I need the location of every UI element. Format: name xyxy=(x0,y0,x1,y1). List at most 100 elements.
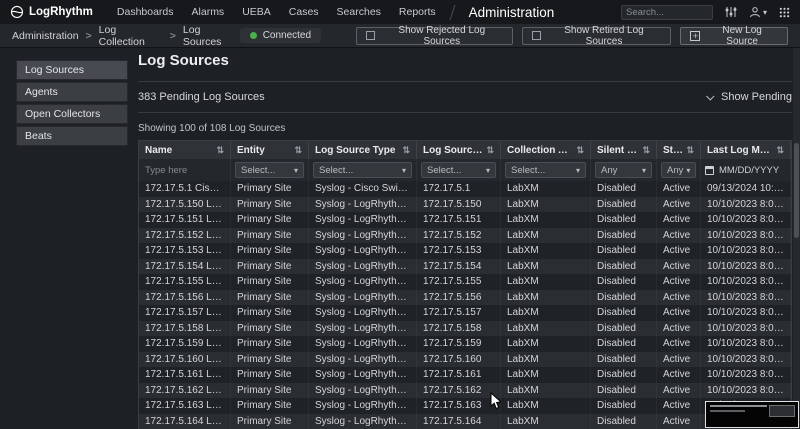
nav-item[interactable]: Cases xyxy=(289,6,319,18)
table-row[interactable]: 172.17.5.156 LR Sysl... Primary Site Sys… xyxy=(139,290,791,306)
search-box[interactable] xyxy=(621,5,713,20)
table-row[interactable]: 172.17.5.161 LR Sysl... Primary Site Sys… xyxy=(139,367,791,383)
sidebar-item[interactable]: Beats xyxy=(16,126,128,146)
sort-icon[interactable]: ⇅ xyxy=(776,145,784,156)
table-row[interactable]: 172.17.5.1 Cisco Swit... Primary Site Sy… xyxy=(139,181,791,197)
user-menu[interactable]: ▾ xyxy=(749,6,767,18)
sort-icon[interactable]: ⇅ xyxy=(642,145,650,156)
settings-sliders-icon[interactable] xyxy=(725,6,737,18)
column-header[interactable]: Silent Log S... ⇅ xyxy=(591,141,657,159)
cell-silent-log: Disabled xyxy=(591,367,657,383)
cell-silent-log: Disabled xyxy=(591,243,657,259)
sidebar-item-label: Beats xyxy=(25,130,52,142)
logrhythm-logo[interactable]: LogRhythm xyxy=(10,5,93,19)
log-source-type-filter-cell: Select... ▾ xyxy=(309,159,417,181)
screen-preview-window[interactable] xyxy=(705,401,799,428)
vertical-scrollbar[interactable] xyxy=(793,48,800,429)
column-header[interactable]: Log Source Type ⇅ xyxy=(309,141,417,159)
table-row[interactable]: 172.17.5.150 LR Sysl... Primary Site Sys… xyxy=(139,197,791,213)
scrollbar-thumb[interactable] xyxy=(794,143,799,238)
sort-icon[interactable]: ⇅ xyxy=(402,145,410,156)
log-source-type-filter-select[interactable]: Select... ▾ xyxy=(313,162,412,178)
table-row[interactable]: 172.17.5.164 LR Sysl... Primary Site Sys… xyxy=(139,414,791,429)
nav-item-administration[interactable]: Administration xyxy=(469,5,555,20)
sort-icon[interactable]: ⇅ xyxy=(576,145,584,156)
cell-status: Active xyxy=(657,383,701,399)
nav-item[interactable]: Dashboards xyxy=(117,6,174,18)
sidebar-item[interactable]: Agents xyxy=(16,82,128,102)
table-row[interactable]: 172.17.5.159 LR Sysl... Primary Site Sys… xyxy=(139,336,791,352)
table-row[interactable]: 172.17.5.157 LR Sysl... Primary Site Sys… xyxy=(139,305,791,321)
log-source-host-filter-select[interactable]: Select... ▾ xyxy=(421,162,496,178)
table-row[interactable]: 172.17.5.163 LR Sysl... Primary Site Sys… xyxy=(139,398,791,414)
new-log-source-button[interactable]: + New Log Source xyxy=(680,27,788,45)
cell-log-source-type: Syslog - LogRhythm Syslog Ge... xyxy=(309,383,417,399)
cell-collection-agent: LabXM xyxy=(501,243,591,259)
cell-last-log-message: 10/10/2023 8:03 am xyxy=(701,336,791,352)
cell-entity: Primary Site xyxy=(231,290,309,306)
cell-silent-log: Disabled xyxy=(591,274,657,290)
date-filter[interactable]: MM/DD/YYYY xyxy=(705,162,786,178)
breadcrumb-item[interactable]: Log Sources xyxy=(183,24,240,48)
apps-grid-icon[interactable] xyxy=(779,7,790,18)
table-row[interactable]: 172.17.5.153 LR Sysl... Primary Site Sys… xyxy=(139,243,791,259)
show-toggle-button[interactable]: Show Retired Log Sources xyxy=(522,27,672,45)
cell-last-log-message: 10/10/2023 8:03 am xyxy=(701,228,791,244)
table-row[interactable]: 172.17.5.151 LR Sysl... Primary Site Sys… xyxy=(139,212,791,228)
cell-log-source-host: 172.17.5.162 xyxy=(417,383,501,399)
nav-item[interactable]: Reports xyxy=(399,6,436,18)
nav-item[interactable]: Searches xyxy=(337,6,381,18)
name-filter-input[interactable] xyxy=(143,162,226,178)
nav-item[interactable]: Alarms xyxy=(192,6,225,18)
show-pending-button[interactable]: Show Pending xyxy=(708,91,792,103)
table-row[interactable]: 172.17.5.160 LR Sysl... Primary Site Sys… xyxy=(139,352,791,368)
sidebar-item-label: Agents xyxy=(25,86,58,98)
caret-down-icon: ▾ xyxy=(576,166,580,175)
log-sources-table: Name ⇅ Entity ⇅ Log Source Type ⇅ Log So… xyxy=(138,140,792,429)
sort-icon[interactable]: ⇅ xyxy=(216,145,224,156)
cell-name: 172.17.5.1 Cisco Swit... xyxy=(139,181,231,197)
cell-last-log-message: 09/13/2024 10:05 am xyxy=(701,181,791,197)
status-filter-select[interactable]: Any ▾ xyxy=(661,162,696,178)
cell-status: Active xyxy=(657,305,701,321)
nav-item[interactable]: UEBA xyxy=(242,6,271,18)
sidebar-item[interactable]: Open Collectors xyxy=(16,104,128,124)
sidebar-item-label: Open Collectors xyxy=(25,108,100,120)
sort-icon[interactable]: ⇅ xyxy=(294,145,302,156)
table-row[interactable]: 172.17.5.154 LR Sysl... Primary Site Sys… xyxy=(139,259,791,275)
collection-agent-filter-select[interactable]: Select... ▾ xyxy=(505,162,586,178)
column-header[interactable]: Status ⇅ xyxy=(657,141,701,159)
column-header[interactable]: Entity ⇅ xyxy=(231,141,309,159)
cell-log-source-type: Syslog - LogRhythm Syslog Ge... xyxy=(309,367,417,383)
toggle-buttons: Show Rejected Log Sources Show Retired L… xyxy=(356,27,671,45)
silent-log-filter-select[interactable]: Any ▾ xyxy=(595,162,652,178)
table-row[interactable]: 172.17.5.155 LR Sysl... Primary Site Sys… xyxy=(139,274,791,290)
entity-filter-select[interactable]: Select... ▾ xyxy=(235,162,304,178)
cell-entity: Primary Site xyxy=(231,274,309,290)
cell-name: 172.17.5.160 LR Sysl... xyxy=(139,352,231,368)
cell-log-source-host: 172.17.5.1 xyxy=(417,181,501,197)
cell-silent-log: Disabled xyxy=(591,290,657,306)
breadcrumb-item[interactable]: Log Collection xyxy=(99,24,163,48)
column-header[interactable]: Log Source Host ⇅ xyxy=(417,141,501,159)
cell-silent-log: Disabled xyxy=(591,181,657,197)
cell-status: Active xyxy=(657,259,701,275)
table-row[interactable]: 172.17.5.158 LR Sysl... Primary Site Sys… xyxy=(139,321,791,337)
cell-log-source-host: 172.17.5.154 xyxy=(417,259,501,275)
column-header[interactable]: Name ⇅ xyxy=(139,141,231,159)
cell-collection-agent: LabXM xyxy=(501,274,591,290)
search-input[interactable] xyxy=(626,7,708,18)
table-row[interactable]: 172.17.5.162 LR Sysl... Primary Site Sys… xyxy=(139,383,791,399)
cell-entity: Primary Site xyxy=(231,212,309,228)
sidebar-item[interactable]: Log Sources xyxy=(16,60,128,80)
column-header-label: Last Log Message xyxy=(707,145,773,156)
cell-name: 172.17.5.150 LR Sysl... xyxy=(139,197,231,213)
show-toggle-button[interactable]: Show Rejected Log Sources xyxy=(356,27,513,45)
column-header[interactable]: Last Log Message ⇅ xyxy=(701,141,791,159)
calendar-icon xyxy=(705,166,714,175)
table-row[interactable]: 172.17.5.152 LR Sysl... Primary Site Sys… xyxy=(139,228,791,244)
breadcrumb-item[interactable]: Administration xyxy=(12,30,79,42)
sort-icon[interactable]: ⇅ xyxy=(686,145,694,156)
column-header[interactable]: Collection Agent ⇅ xyxy=(501,141,591,159)
sort-icon[interactable]: ⇅ xyxy=(486,145,494,156)
